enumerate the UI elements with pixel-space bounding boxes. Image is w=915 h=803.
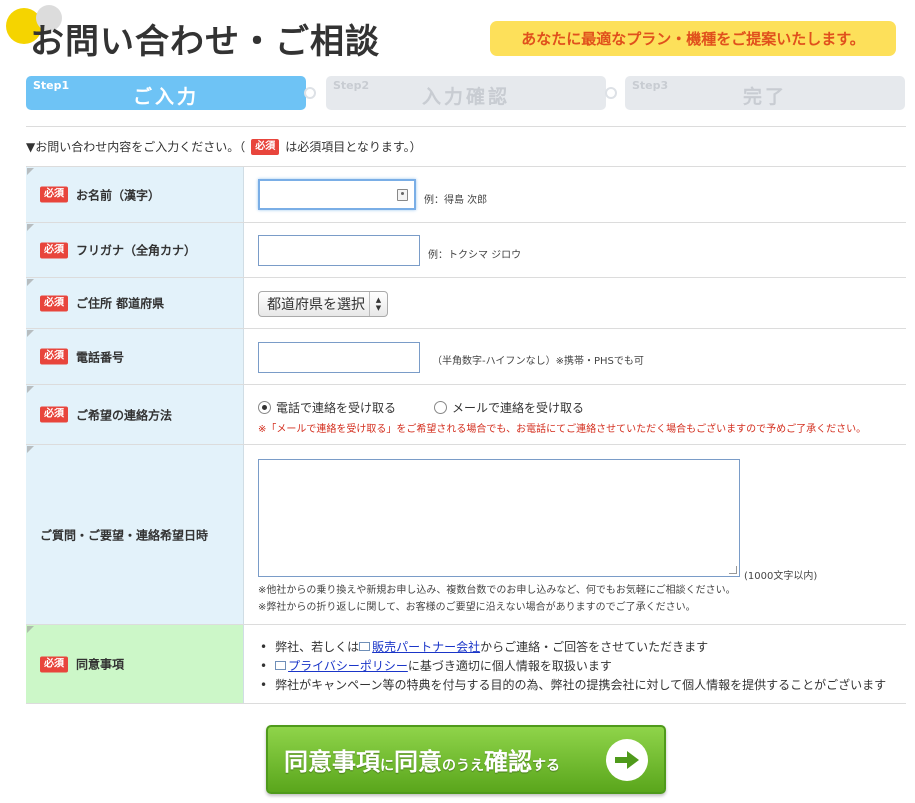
step-connector-dot bbox=[605, 87, 617, 99]
form-row-agreement: 必須 同意事項 弊社、若しくは 販売パートナー会社 からご連絡・ご回答をさせてい… bbox=[26, 624, 906, 703]
submit-text-part: 確認 bbox=[484, 748, 532, 776]
form-row-name: 必須 お名前（漢字） 例：得島 次郎 bbox=[26, 166, 906, 222]
kana-field[interactable] bbox=[259, 236, 419, 265]
submit-text-part: する bbox=[532, 758, 560, 774]
required-badge: 必須 bbox=[40, 242, 68, 258]
list-item: 弊社、若しくは 販売パートナー会社 からご連絡・ご回答をさせていただきます bbox=[260, 637, 886, 656]
intro-prefix: ▼お問い合わせ内容をご入力ください。（ bbox=[26, 140, 246, 154]
field-label: ご質問・ご要望・連絡希望日時 bbox=[40, 528, 209, 542]
field-label-cell: 必須 同意事項 bbox=[26, 625, 244, 703]
submit-text-part: のうえ bbox=[442, 758, 484, 774]
new-window-icon bbox=[359, 642, 371, 651]
step-connector-dot bbox=[304, 87, 316, 99]
contact-card-icon[interactable] bbox=[397, 189, 408, 201]
field-label: 電話番号 bbox=[76, 350, 125, 364]
radio-option-phone[interactable]: 電話で連絡を受け取る bbox=[258, 399, 396, 416]
kana-input[interactable] bbox=[258, 235, 420, 266]
resize-grip-icon[interactable] bbox=[729, 566, 737, 574]
form-row-phone: 必須 電話番号 （半角数字-ハイフンなし）※携帯・PHSでも可 bbox=[26, 328, 906, 384]
list-item: プライバシーポリシー に基づき適切に個人情報を取扱います bbox=[260, 656, 886, 675]
radio-label: 電話で連絡を受け取る bbox=[276, 401, 397, 415]
header-badge: あなたに最適なプラン・機種をご提案いたします。 bbox=[490, 21, 896, 56]
field-label: お名前（漢字） bbox=[76, 188, 161, 202]
page-title: お問い合わせ・ご相談 bbox=[30, 22, 380, 62]
field-label: ご希望の連絡方法 bbox=[76, 408, 173, 422]
step-2: Step2 入力確認 bbox=[326, 76, 606, 110]
form-intro: ▼お問い合わせ内容をご入力ください。（ 必須 は必須項目となります。） bbox=[26, 138, 422, 155]
inquiry-note: ※弊社からの折り返しに関して、お客様のご要望に沿えない場合がありますのでご了承く… bbox=[258, 602, 696, 613]
required-badge: 必須 bbox=[251, 138, 280, 155]
step-label: 入力確認 bbox=[421, 86, 510, 108]
submit-text-part: 同意事項 bbox=[284, 748, 380, 776]
required-badge: 必須 bbox=[40, 186, 68, 203]
phone-input[interactable] bbox=[258, 342, 420, 373]
inquiry-limit: (1000文字以内) bbox=[744, 571, 818, 582]
select-arrows-icon[interactable]: ▲ ▼ bbox=[369, 292, 387, 316]
step-3: Step3 完了 bbox=[625, 76, 905, 110]
field-label-cell: ご質問・ご要望・連絡希望日時 bbox=[26, 445, 244, 624]
agreement-text: に基づき適切に個人情報を取扱います bbox=[407, 659, 612, 673]
step-label: 完了 bbox=[742, 86, 787, 108]
phone-hint: （半角数字-ハイフンなし）※携帯・PHSでも可 bbox=[432, 356, 644, 367]
step-label: ご入力 bbox=[132, 86, 199, 108]
prefecture-selected: 都道府県を選択 bbox=[267, 297, 365, 313]
privacy-policy-link[interactable]: プライバシーポリシー bbox=[288, 657, 408, 674]
partner-link[interactable]: 販売パートナー会社 bbox=[372, 638, 480, 655]
field-label-cell: 必須 電話番号 bbox=[26, 329, 244, 384]
form-row-prefecture: 必須 ご住所 都道府県 都道府県を選択 ▲ ▼ bbox=[26, 277, 906, 328]
field-label-cell: 必須 ご住所 都道府県 bbox=[26, 278, 244, 328]
field-label: ご住所 都道府県 bbox=[76, 296, 165, 311]
agreement-text: からご連絡・ご回答をさせていただきます bbox=[480, 640, 709, 654]
name-field[interactable] bbox=[260, 181, 414, 208]
contact-method-note: ※「メールで連絡を受け取る」をご希望される場合でも、お電話にてご連絡させていただ… bbox=[258, 424, 867, 435]
field-label-cell: 必須 フリガナ（全角カナ） bbox=[26, 223, 244, 277]
field-label-cell: 必須 お名前（漢字） bbox=[26, 167, 244, 222]
prefecture-select[interactable]: 都道府県を選択 ▲ ▼ bbox=[258, 291, 388, 317]
agree-confirm-button[interactable]: 同意事項 に 同意 のうえ 確認 する bbox=[266, 725, 666, 794]
agreement-list: 弊社、若しくは 販売パートナー会社 からご連絡・ご回答をさせていただきます プラ… bbox=[260, 637, 886, 694]
required-badge: 必須 bbox=[40, 348, 68, 365]
form-row-contact-method: 必須 ご希望の連絡方法 電話で連絡を受け取る メールで連絡を受け取る ※「メール… bbox=[26, 384, 906, 444]
agreement-text: 弊社、若しくは bbox=[275, 640, 360, 654]
radio-option-email[interactable]: メールで連絡を受け取る bbox=[434, 399, 584, 416]
step-1: Step1 ご入力 bbox=[26, 76, 306, 110]
submit-text-part: に bbox=[380, 758, 394, 774]
required-badge: 必須 bbox=[40, 406, 68, 423]
required-badge: 必須 bbox=[40, 656, 68, 672]
divider bbox=[26, 126, 906, 127]
agreement-text: 弊社がキャンペーン等の特典を付与する目的の為、弊社の提携会社に対して個人情報を提… bbox=[275, 678, 887, 692]
required-badge: 必須 bbox=[40, 295, 68, 311]
new-window-icon bbox=[275, 661, 287, 670]
phone-field[interactable] bbox=[259, 343, 419, 372]
inquiry-textarea[interactable] bbox=[258, 459, 740, 577]
divider bbox=[26, 703, 906, 704]
field-label: フリガナ（全角カナ） bbox=[76, 243, 197, 258]
intro-suffix: は必須項目となります。） bbox=[285, 140, 422, 154]
form-row-inquiry: ご質問・ご要望・連絡希望日時 (1000文字以内) ※他社からの乗り換えや新規お… bbox=[26, 444, 906, 624]
form-row-kana: 必須 フリガナ（全角カナ） 例：トクシマ ジロウ bbox=[26, 222, 906, 277]
name-hint: 例：得島 次郎 bbox=[424, 195, 488, 206]
submit-label: 同意事項 に 同意 のうえ 確認 する bbox=[284, 742, 560, 777]
name-input[interactable] bbox=[258, 179, 416, 210]
radio-button[interactable] bbox=[258, 401, 271, 414]
field-label-cell: 必須 ご希望の連絡方法 bbox=[26, 385, 244, 444]
radio-label: メールで連絡を受け取る bbox=[452, 401, 585, 415]
radio-button[interactable] bbox=[434, 401, 447, 414]
inquiry-note: ※他社からの乗り換えや新規お申し込み、複数台数でのお申し込みなど、何でもお気軽に… bbox=[258, 585, 736, 596]
submit-text-part: 同意 bbox=[394, 748, 442, 776]
arrow-right-icon bbox=[606, 739, 648, 781]
list-item: 弊社がキャンペーン等の特典を付与する目的の為、弊社の提携会社に対して個人情報を提… bbox=[260, 675, 886, 694]
kana-hint: 例：トクシマ ジロウ bbox=[428, 250, 522, 261]
field-label: 同意事項 bbox=[76, 657, 125, 672]
